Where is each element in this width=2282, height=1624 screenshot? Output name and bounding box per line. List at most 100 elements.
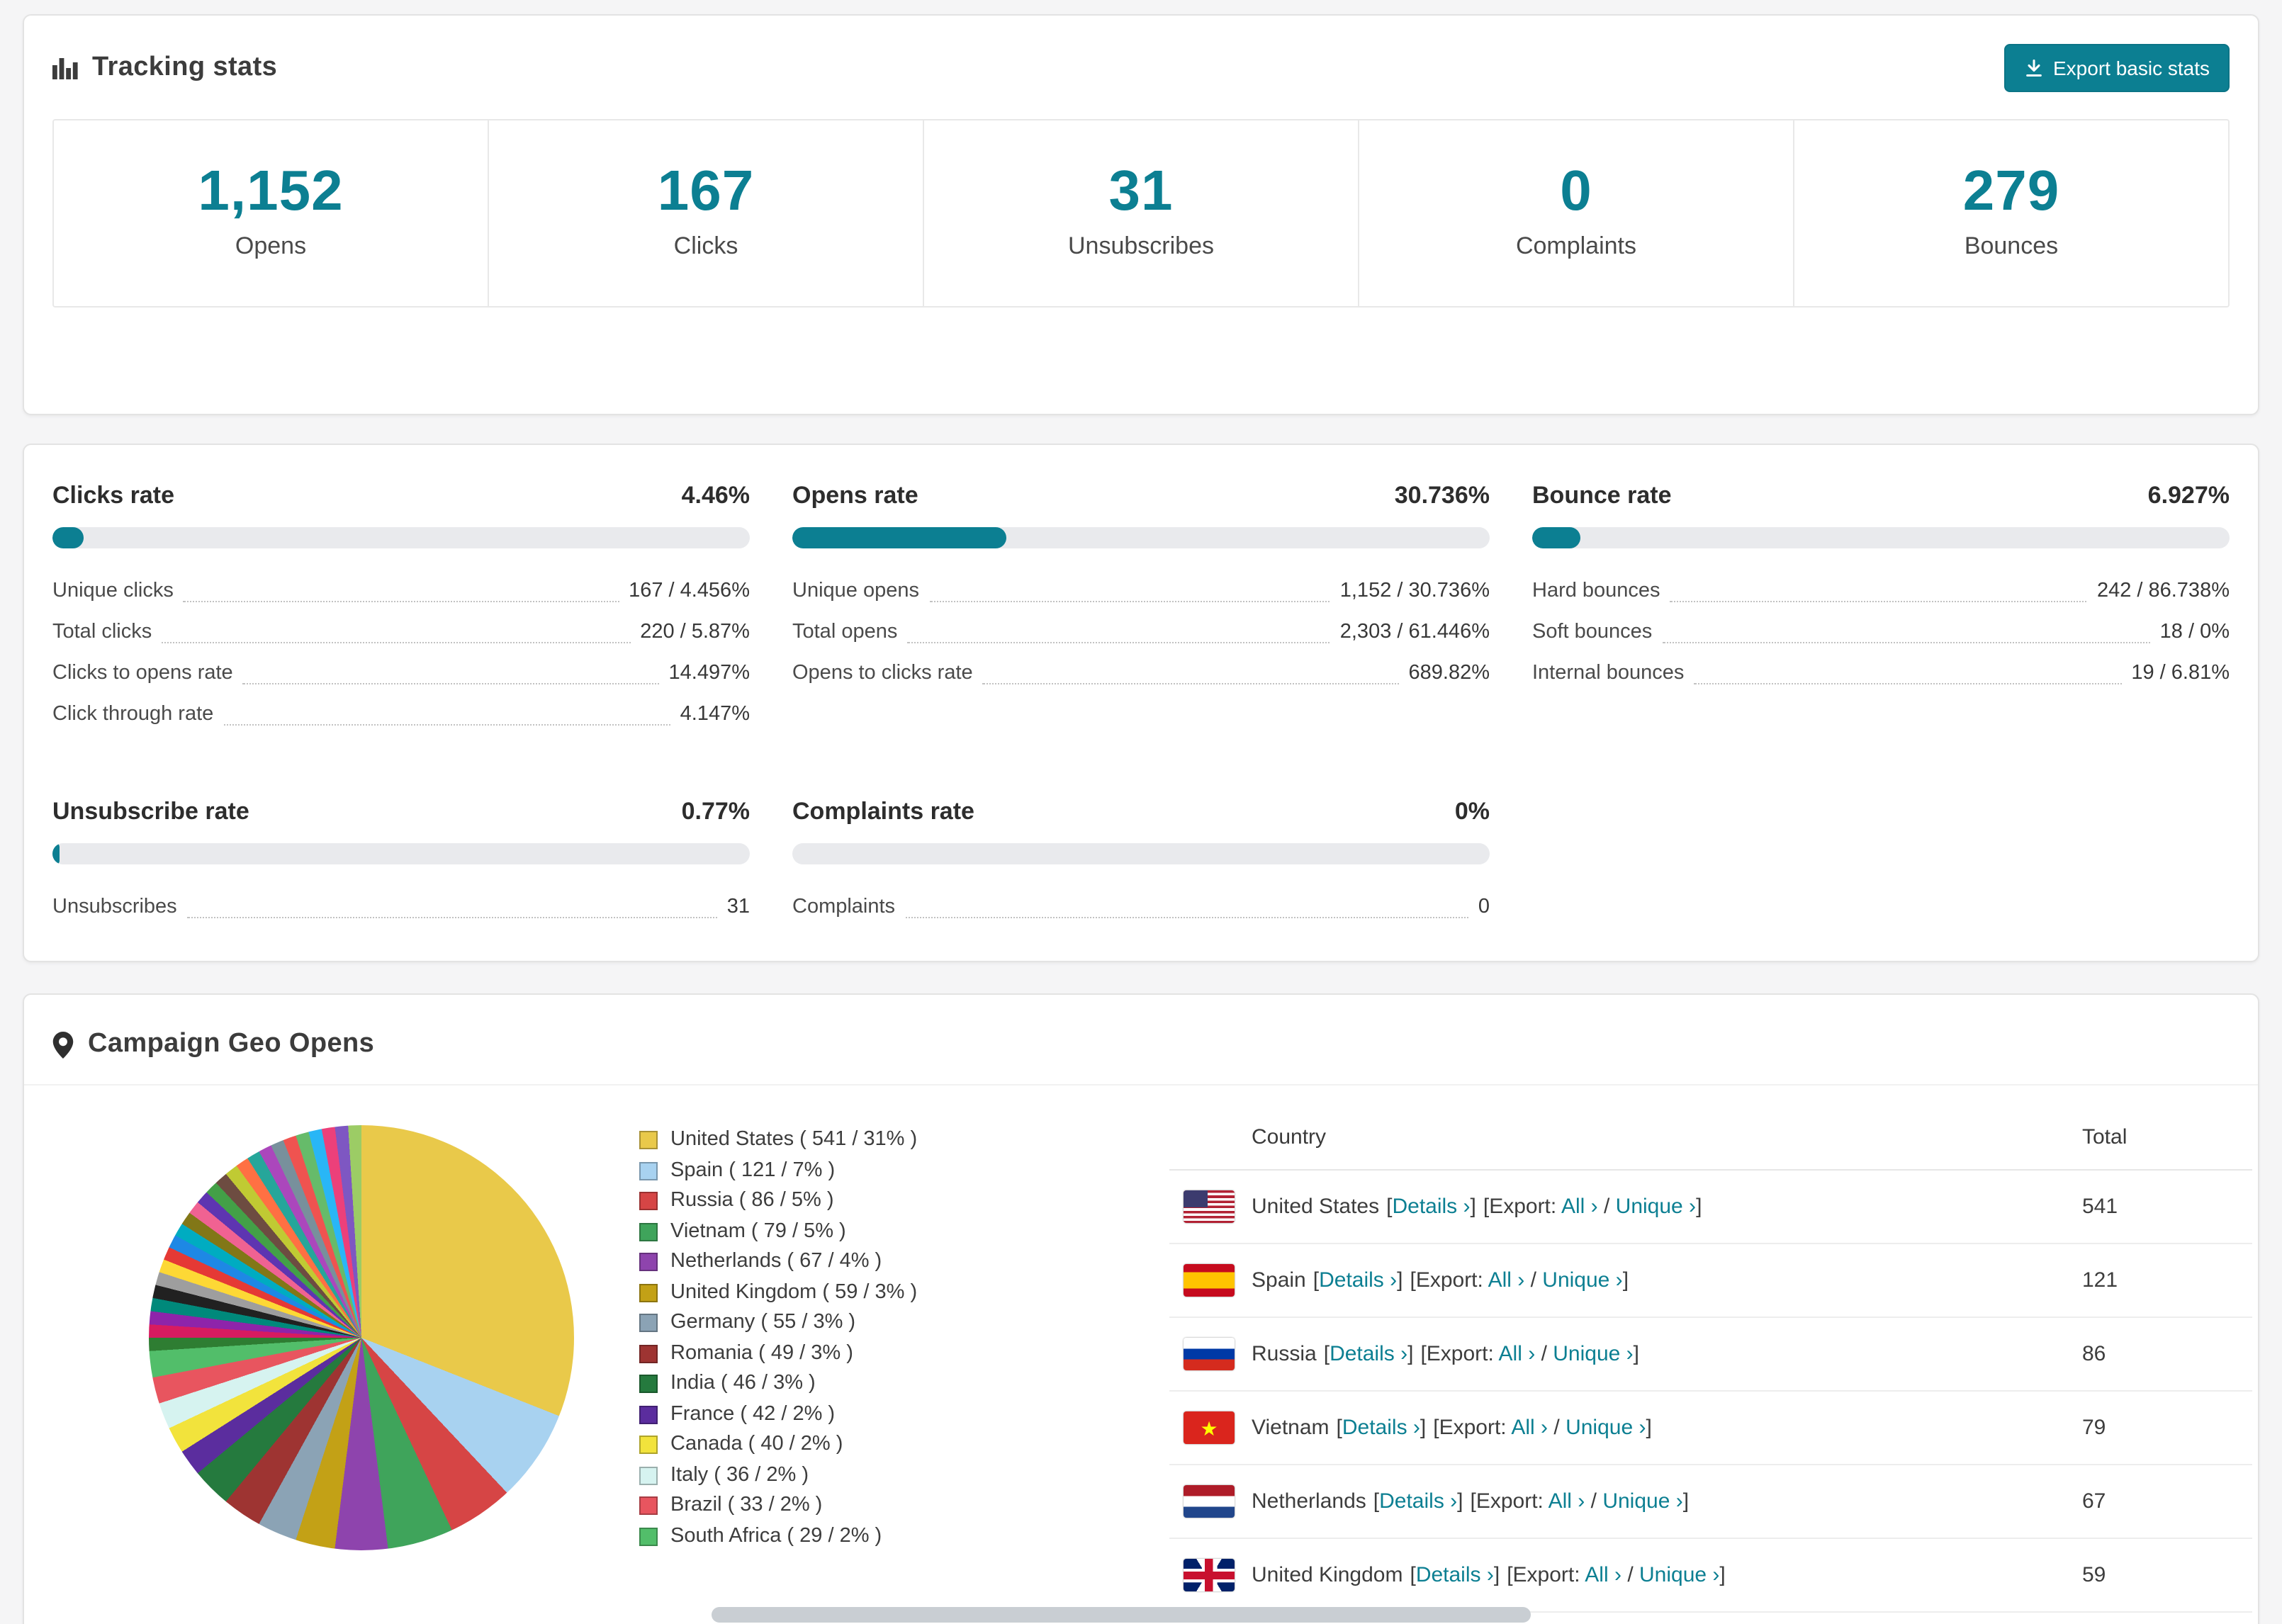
export-unique-link[interactable]: Unique › [1542, 1268, 1622, 1292]
export-unique-link[interactable]: Unique › [1566, 1416, 1646, 1440]
stat-value: 279 [1962, 160, 2060, 222]
legend-label: Germany ( 55 / 3% ) [670, 1311, 856, 1333]
rate-percent: 4.46% [681, 482, 750, 509]
legend-item: Romania ( 49 / 3% ) [639, 1338, 1138, 1369]
export-basic-stats-button[interactable]: Export basic stats [2003, 44, 2230, 92]
rate-row: Internal bounces 19 / 6.81% [1532, 653, 2230, 694]
geo-table-header: Country Total [1169, 1105, 2252, 1171]
export-unique-link[interactable]: Unique › [1616, 1195, 1696, 1219]
dotted-leader [905, 917, 1468, 918]
rate-row-label: Click through rate [52, 703, 214, 726]
rate-percent: 0.77% [681, 798, 750, 825]
bar-chart-icon [52, 58, 78, 79]
geo-table-row: Spain [Details ›] [Export: All › / Unique … [1169, 1244, 2252, 1318]
stat-box: 279 Bounces [1793, 120, 2228, 306]
details-link[interactable]: Details › [1416, 1563, 1494, 1587]
details-link[interactable]: Details › [1330, 1342, 1407, 1366]
dotted-leader [223, 724, 670, 726]
legend-swatch [639, 1466, 658, 1485]
horizontal-scrollbar[interactable] [712, 1607, 1531, 1623]
tracking-stats-title: Tracking stats [52, 52, 277, 84]
geo-country-name: United Kingdom [1252, 1563, 1403, 1587]
export-prefix: Export: [1415, 1268, 1483, 1292]
rate-progress-fill [52, 527, 84, 548]
rate-row: Click through rate 4.147% [52, 694, 750, 735]
geo-table-row: Vietnam[Details ›][Export: All › / Uniqu… [1169, 1392, 2252, 1465]
dotted-leader [1694, 683, 2122, 684]
legend-label: Russia ( 86 / 5% ) [670, 1189, 834, 1212]
details-link[interactable]: Details › [1392, 1195, 1470, 1219]
rate-row: Total opens 2,303 / 61.446% [792, 612, 1490, 653]
legend-swatch [639, 1131, 658, 1150]
dashboard-page: Tracking stats Export basic stats 1,152 … [0, 0, 2282, 1624]
details-link[interactable]: Details › [1342, 1416, 1420, 1440]
rate-row-label: Opens to clicks rate [792, 662, 973, 684]
legend-item: Spain ( 121 / 7% ) [639, 1156, 1138, 1186]
geo-table-row: United Kingdom [Details ›] [Export: All › … [1169, 1539, 2252, 1613]
details-link[interactable]: Details › [1379, 1489, 1457, 1513]
legend-swatch [639, 1527, 658, 1546]
rate-row-label: Hard bounces [1532, 580, 1660, 602]
export-unique-link[interactable]: Unique › [1602, 1489, 1682, 1513]
rate-row-label: Clicks to opens rate [52, 662, 233, 684]
rate-row-value: 19 / 6.81% [2131, 662, 2230, 684]
rate-progress-bar [1532, 527, 2230, 548]
legend-label: South Africa ( 29 / 2% ) [670, 1524, 882, 1547]
rate-progress-fill [792, 527, 1007, 548]
geo-opens-card: Campaign Geo Opens United States ( 541 /… [23, 993, 2259, 1624]
rate-row-value: 14.497% [668, 662, 751, 684]
export-all-link[interactable]: All › [1488, 1268, 1525, 1292]
rate-panel: Clicks rate 4.46% Unique clicks 167 / 4.… [52, 482, 750, 735]
export-all-link[interactable]: All › [1561, 1195, 1598, 1219]
export-unique-link[interactable]: Unique › [1639, 1563, 1719, 1587]
rate-title-row: Bounce rate 6.927% [1532, 482, 2230, 510]
stat-value: 167 [657, 160, 755, 222]
dotted-leader [982, 683, 1399, 684]
stat-label: Complaints [1515, 232, 1637, 259]
rate-panel: Unsubscribe rate 0.77% Unsubscribes 31 [52, 798, 750, 928]
rate-row-label: Unique clicks [52, 580, 174, 602]
stat-value: 31 [1108, 160, 1174, 222]
dotted-leader [183, 601, 619, 602]
country-flag-icon [1184, 1190, 1235, 1223]
rate-percent: 30.736% [1394, 482, 1490, 509]
rate-percent: 0% [1454, 798, 1490, 825]
country-flag-icon [1184, 1485, 1235, 1518]
geo-table-rows: United States [Details ›] [Export: All › /… [1169, 1171, 2252, 1624]
geo-pie-chart [149, 1125, 574, 1550]
export-all-link[interactable]: All › [1585, 1563, 1621, 1587]
legend-swatch [639, 1496, 658, 1516]
export-all-link[interactable]: All › [1511, 1416, 1548, 1440]
stats-row: 1,152 Opens 167 Clicks 31 Unsubscribes 0… [52, 119, 2230, 308]
download-icon [2025, 59, 2041, 77]
legend-swatch [639, 1253, 658, 1272]
stat-label: Opens [235, 232, 307, 259]
rate-row-value: 31 [726, 896, 750, 918]
export-all-link[interactable]: All › [1548, 1489, 1585, 1513]
export-unique-link[interactable]: Unique › [1553, 1342, 1633, 1366]
rate-row-label: Complaints [792, 896, 896, 918]
legend-label: Canada ( 40 / 2% ) [670, 1433, 843, 1455]
country-flag-icon [1184, 1338, 1235, 1370]
stat-box: 31 Unsubscribes [923, 120, 1358, 306]
rate-row: Hard bounces 242 / 86.738% [1532, 571, 2230, 612]
stat-label: Unsubscribes [1068, 232, 1214, 259]
legend-label: Vietnam ( 79 / 5% ) [670, 1219, 846, 1242]
rate-title: Opens rate [792, 482, 918, 509]
geo-header: Campaign Geo Opens [24, 995, 2258, 1086]
export-all-link[interactable]: All › [1499, 1342, 1536, 1366]
rate-rows: Unique clicks 167 / 4.456% Total clicks … [52, 571, 750, 735]
legend-item: South Africa ( 29 / 2% ) [639, 1521, 1138, 1552]
stat-box: 167 Clicks [488, 120, 923, 306]
geo-country-cell: Netherlands [Details ›] [Export: All › / U… [1252, 1489, 1690, 1513]
stat-box: 0 Complaints [1358, 120, 1793, 306]
rate-row-value: 4.147% [680, 703, 750, 726]
rate-row-label: Soft bounces [1532, 621, 1653, 643]
rate-rows: Unsubscribes 31 [52, 887, 750, 928]
rate-progress-fill [1532, 527, 1581, 548]
details-link[interactable]: Details › [1319, 1268, 1397, 1292]
rate-rows: Unique opens 1,152 / 30.736% Total opens… [792, 571, 1490, 694]
rate-row-value: 2,303 / 61.446% [1339, 621, 1490, 643]
geo-country-cell: United Kingdom [Details ›] [Export: All › … [1252, 1563, 1726, 1587]
rate-row: Clicks to opens rate 14.497% [52, 653, 750, 694]
